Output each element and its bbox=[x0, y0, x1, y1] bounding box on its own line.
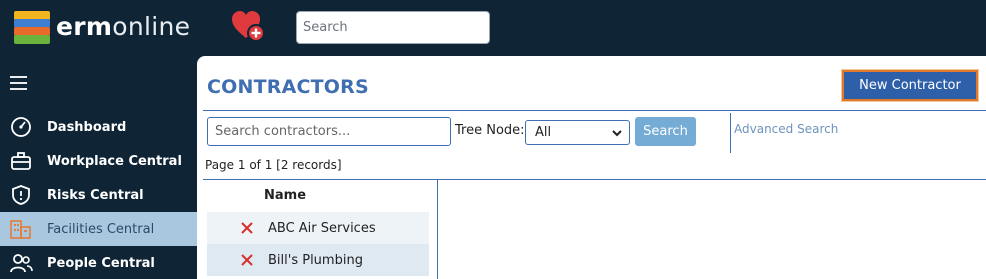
delete-icon[interactable] bbox=[241, 254, 265, 266]
sidebar-item-label: Risks Central bbox=[47, 187, 144, 203]
advanced-search-link[interactable]: Advanced Search bbox=[734, 122, 838, 136]
ermonline-logo-icon[interactable] bbox=[14, 11, 50, 45]
tree-node-label: Tree Node: bbox=[455, 123, 525, 138]
sidebar-item-workplace-central[interactable]: Workplace Central bbox=[0, 144, 197, 178]
sidebar-item-risks-central[interactable]: Risks Central bbox=[0, 178, 197, 212]
shield-icon bbox=[9, 184, 33, 206]
sidebar-item-dashboard[interactable]: Dashboard bbox=[0, 110, 197, 144]
top-bar: ermonline bbox=[0, 0, 986, 56]
delete-icon[interactable] bbox=[241, 222, 265, 234]
sidebar-item-people-central[interactable]: People Central bbox=[0, 246, 197, 279]
new-contractor-button[interactable]: New Contractor bbox=[842, 70, 978, 101]
sidebar-item-label: Dashboard bbox=[47, 119, 127, 135]
divider bbox=[203, 110, 986, 111]
contractor-name[interactable]: Bill's Plumbing bbox=[268, 253, 363, 268]
contractor-search-input[interactable] bbox=[207, 117, 451, 146]
people-icon bbox=[9, 252, 33, 274]
brand-name: ermonline bbox=[56, 12, 191, 41]
sidebar-item-label: People Central bbox=[47, 255, 155, 271]
sidebar-item-label: Workplace Central bbox=[47, 153, 182, 169]
global-search-input[interactable] bbox=[296, 11, 490, 44]
buildings-icon bbox=[9, 218, 33, 240]
briefcase-icon bbox=[9, 150, 33, 172]
tree-node-select[interactable]: All bbox=[525, 120, 630, 145]
grid-divider bbox=[203, 179, 986, 180]
menu-toggle-icon[interactable] bbox=[10, 76, 27, 90]
dashboard-gauge-icon bbox=[9, 116, 33, 138]
main-panel: CONTRACTORS New Contractor Tree Node: Al… bbox=[197, 56, 986, 279]
tree-node-value: All bbox=[535, 125, 552, 140]
divider bbox=[730, 113, 731, 153]
column-header-name[interactable]: Name bbox=[264, 188, 306, 203]
sidebar-item-label: Facilities Central bbox=[47, 221, 155, 237]
contractor-name[interactable]: ABC Air Services bbox=[268, 221, 376, 236]
grid-divider bbox=[437, 179, 438, 279]
chevron-down-icon bbox=[612, 130, 622, 137]
heart-plus-icon[interactable] bbox=[230, 8, 266, 42]
search-button[interactable]: Search bbox=[635, 117, 696, 146]
table-row[interactable]: ABC Air Services bbox=[207, 212, 429, 244]
paging-info: Page 1 of 1 [2 records] bbox=[205, 158, 342, 172]
table-row[interactable]: Bill's Plumbing bbox=[207, 244, 429, 276]
sidebar-item-facilities-central[interactable]: Facilities Central bbox=[0, 212, 197, 246]
page-title: CONTRACTORS bbox=[207, 76, 369, 98]
sidebar-nav: Dashboard Workplace Central Risks Centra… bbox=[0, 110, 197, 279]
